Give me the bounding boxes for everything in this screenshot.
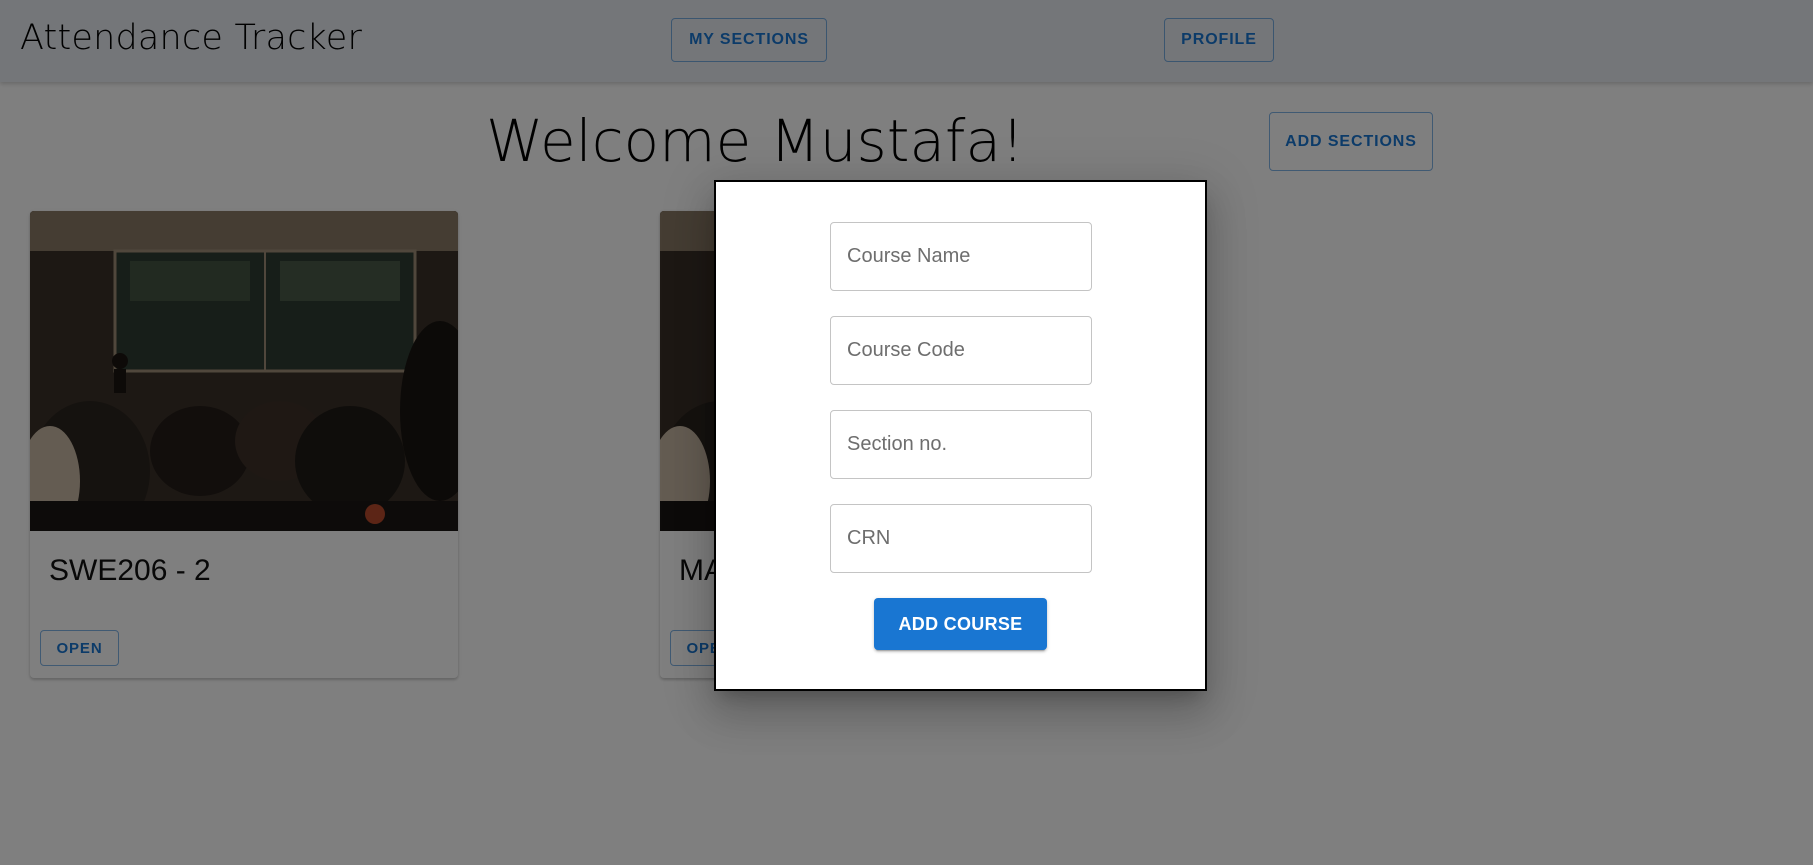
course-code-input[interactable] — [830, 316, 1092, 385]
add-course-button[interactable]: ADD COURSE — [874, 598, 1047, 650]
crn-input[interactable] — [830, 504, 1092, 573]
add-course-dialog: ADD COURSE — [714, 180, 1207, 691]
course-name-input[interactable] — [830, 222, 1092, 291]
section-number-input[interactable] — [830, 410, 1092, 479]
